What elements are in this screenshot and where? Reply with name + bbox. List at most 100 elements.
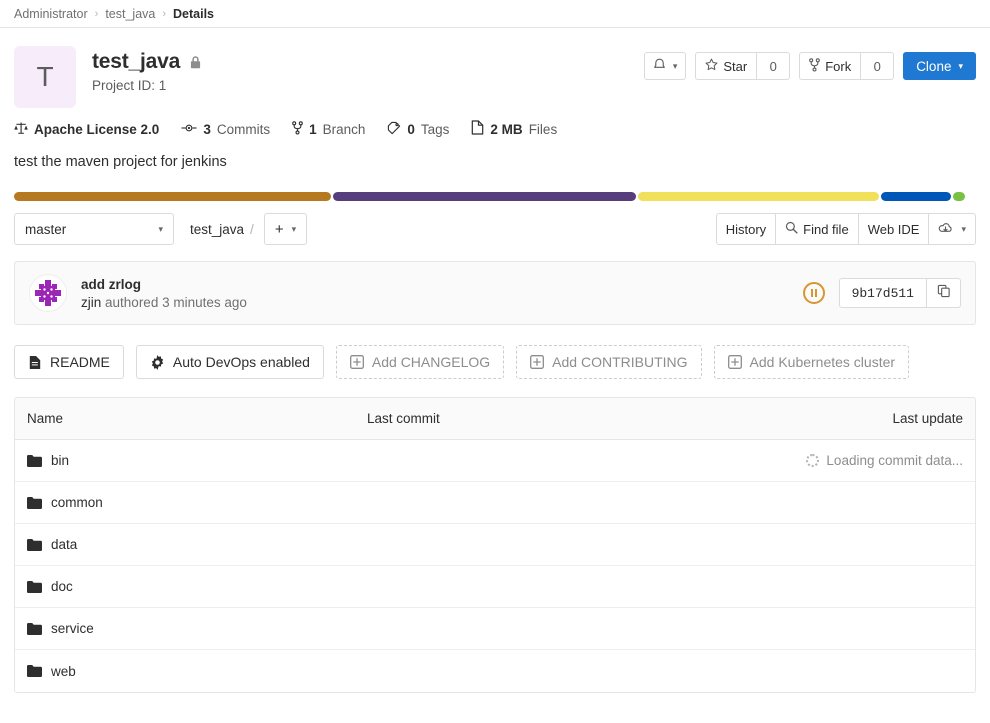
folder-icon [27,538,42,551]
table-row[interactable]: data [15,524,975,566]
breadcrumb: Administrator › test_java › Details [0,0,990,28]
file-row-name-cell: data [15,537,367,552]
branch-icon [292,120,303,138]
project-details-page: Administrator › test_java › Details T te… [0,0,990,723]
add-contributing-button[interactable]: Add CONTRIBUTING [516,345,702,379]
table-row[interactable]: web [15,650,975,692]
file-row-name[interactable]: service [51,621,94,636]
file-row-name-cell: bin [15,453,367,468]
star-button-group: Star 0 [695,52,791,80]
stat-files[interactable]: 2 MB Files [471,120,557,138]
download-dropdown-button[interactable]: ▾ [928,213,976,245]
bell-icon [653,58,666,75]
repo-path-separator: / [250,221,254,237]
commit-title[interactable]: add zrlog [81,277,247,292]
pause-icon [810,289,817,297]
file-row-name[interactable]: web [51,664,76,679]
pipeline-status-icon[interactable] [802,282,825,304]
commit-author[interactable]: zjin [81,295,101,310]
stat-tags[interactable]: 0 Tags [387,121,449,138]
table-row[interactable]: bin Loading commit data... [15,440,975,482]
auto-devops-enabled-button[interactable]: Auto DevOps enabled [135,345,324,379]
repo-path-root[interactable]: test_java [190,222,244,237]
project-stats: Apache License 2.0 3 Commits 1 Branch 0 … [0,108,990,138]
project-header-actions: ▾ Star 0 Fork 0 Clone ▾ [643,46,976,80]
file-tree-body: bin Loading commit data... common data doc se… [15,440,975,692]
repo-path-breadcrumb: test_java / [190,222,254,237]
project-meta: test_java Project ID: 1 [92,46,644,93]
table-row[interactable]: doc [15,566,975,608]
commit-sha[interactable]: 9b17d511 [838,278,927,308]
folder-icon [27,454,42,467]
folder-icon [27,580,42,593]
tag-icon [387,121,401,138]
history-button[interactable]: History [715,213,776,245]
language-segment-1[interactable] [333,192,637,201]
readme-button[interactable]: README [14,345,124,379]
language-bar[interactable] [14,192,976,201]
fork-count[interactable]: 0 [860,52,895,80]
language-segment-3[interactable] [880,192,952,201]
chevron-down-icon: ▾ [158,223,163,234]
clone-button[interactable]: Clone ▾ [903,52,976,80]
language-segment-0[interactable] [14,192,332,201]
project-header: T test_java Project ID: 1 ▾ Star 0 Fork … [0,28,990,108]
language-segment-4[interactable] [953,192,965,201]
project-avatar: T [14,46,76,108]
add-changelog-button[interactable]: Add CHANGELOG [335,345,505,379]
repository-toolbar: master ▾ test_java / + ▾ History Find fi… [0,201,990,245]
quick-action-label: Add Kubernetes cluster [749,354,896,370]
commit-icon [181,122,197,137]
stat-commits-value: 3 [203,121,211,137]
file-row-name[interactable]: common [51,495,103,510]
branch-selector[interactable]: master ▾ [14,213,174,245]
lock-icon [189,55,202,70]
notification-dropdown-button[interactable]: ▾ [643,52,687,80]
column-header-last-update: Last update [892,411,963,426]
file-row-name[interactable]: bin [51,453,69,468]
project-id-label: Project ID: 1 [92,78,167,93]
table-row[interactable]: service [15,608,975,650]
plus-box-icon [530,355,545,369]
plus-box-icon [727,355,742,369]
loading-text: Loading commit data... [826,453,963,468]
fork-label: Fork [825,58,852,74]
file-row-name-cell: web [15,664,367,679]
page-title: test_java [92,50,181,73]
web-ide-button[interactable]: Web IDE [857,213,929,245]
quick-actions-row: README Auto DevOps enabled Add CHANGELOG Ad… [0,325,990,379]
last-commit-box: add zrlog zjin authored 3 minutes ago 9b… [14,261,976,325]
file-icon [471,120,484,138]
file-row-name[interactable]: data [51,537,77,552]
star-count[interactable]: 0 [756,52,791,80]
stat-license[interactable]: Apache License 2.0 [14,121,159,138]
star-button[interactable]: Star [695,52,757,80]
breadcrumb-item-administrator[interactable]: Administrator [14,7,88,21]
stat-branches-label: Branch [322,121,366,137]
file-tree-header: Name Last commit Last update [15,398,975,440]
folder-icon [27,622,42,635]
quick-action-label: README [50,354,110,370]
column-header-name: Name [27,411,64,426]
chevron-down-icon: ▾ [961,223,966,234]
quick-action-label: Add CHANGELOG [371,354,491,370]
file-row-name[interactable]: doc [51,579,73,594]
table-row[interactable]: common [15,482,975,524]
breadcrumb-item-current: Details [173,6,215,21]
loading-spinner-icon [806,454,820,467]
download-icon [938,221,953,238]
language-segment-2[interactable] [638,192,879,201]
search-icon [785,221,798,237]
stat-branches[interactable]: 1 Branch [292,120,366,138]
stat-commits[interactable]: 3 Commits [181,122,270,137]
add-kubernetes-cluster-button[interactable]: Add Kubernetes cluster [713,345,910,379]
column-header-last-commit: Last commit [367,411,440,426]
doc-icon [28,355,42,370]
plus-icon: + [274,220,284,238]
copy-sha-button[interactable] [927,278,961,308]
commit-right-actions: 9b17d511 [802,278,961,308]
find-file-button[interactable]: Find file [775,213,858,245]
add-to-tree-button[interactable]: + ▾ [263,213,308,245]
fork-button[interactable]: Fork [799,52,861,80]
breadcrumb-item-project[interactable]: test_java [105,7,155,21]
